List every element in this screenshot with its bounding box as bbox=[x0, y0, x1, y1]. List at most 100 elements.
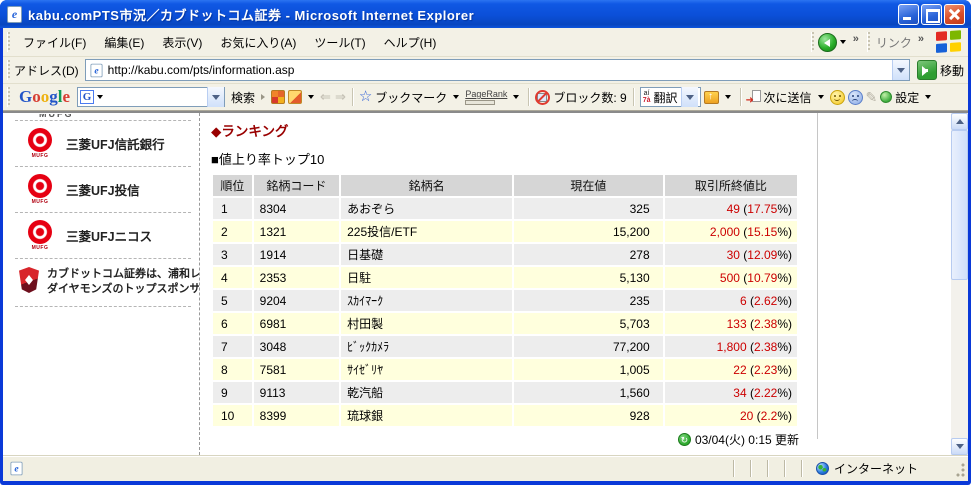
sidebar-item[interactable]: MUFG 三菱UFJニコス bbox=[3, 213, 199, 258]
settings-button[interactable]: 設定 bbox=[895, 89, 919, 106]
prev-result-icon[interactable]: ⇐ bbox=[320, 89, 331, 105]
chevron-down-icon[interactable] bbox=[97, 95, 103, 102]
go-button[interactable] bbox=[917, 60, 937, 80]
table-row: 42353日駐5,130500 (10.79%) bbox=[213, 267, 797, 288]
scrollbar-down-button[interactable] bbox=[951, 438, 968, 455]
top10-subsection-title: ■値上り率トップ10 bbox=[211, 149, 951, 168]
go-label[interactable]: 移動 bbox=[940, 62, 964, 79]
change-cell: 49 (17.75%) bbox=[665, 198, 797, 219]
vote-down-frown-icon[interactable] bbox=[848, 90, 863, 105]
translate-label[interactable]: 翻訳 bbox=[653, 89, 677, 106]
column-header: 銘柄コード bbox=[254, 175, 339, 196]
vertical-scrollbar[interactable] bbox=[951, 113, 968, 455]
menu-item[interactable]: 表示(V) bbox=[153, 30, 211, 55]
highlight-icon[interactable] bbox=[288, 90, 302, 104]
bookmark-star-icon[interactable] bbox=[359, 90, 372, 104]
divider bbox=[528, 88, 529, 106]
change-cell: 30 (12.09%) bbox=[665, 244, 797, 265]
toolbar-overflow-chevron[interactable]: » bbox=[853, 31, 859, 47]
updated-line: 03/04(火) 0:15 更新 bbox=[211, 431, 799, 448]
zone-label: インターネット bbox=[834, 460, 918, 477]
google-toolbar: Google G 検索 ⇐⇒ ブックマーク PageRank bbox=[3, 84, 968, 111]
pagerank-label[interactable]: PageRank bbox=[465, 90, 507, 99]
autofill-icon[interactable] bbox=[704, 91, 719, 104]
chevron-down-icon[interactable] bbox=[725, 95, 731, 102]
toolbar-grip bbox=[7, 87, 10, 107]
toolbar-grip bbox=[7, 60, 10, 80]
translate-dropdown[interactable] bbox=[681, 87, 698, 107]
menu-item[interactable]: お気に入り(A) bbox=[211, 30, 305, 55]
bookmarks-button[interactable]: ブックマーク bbox=[375, 89, 447, 106]
change-cell: 133 (2.38%) bbox=[665, 313, 797, 334]
window-title: kabu.comPTS市況／カブドットコム証券 - Microsoft Inte… bbox=[28, 5, 898, 24]
scrollbar-track[interactable] bbox=[951, 130, 968, 438]
translate-button[interactable]: aí7à 翻訳 bbox=[640, 87, 701, 107]
send-to-button[interactable]: 次に送信 bbox=[764, 89, 812, 106]
scrollbar-up-button[interactable] bbox=[951, 113, 968, 130]
address-label: アドレス(D) bbox=[14, 62, 79, 79]
menu-item[interactable]: 編集(E) bbox=[95, 30, 153, 55]
change-cell: 2,000 (15.15%) bbox=[665, 221, 797, 242]
change-cell: 500 (10.79%) bbox=[665, 267, 797, 288]
table-row: 21321225投信/ETF15,2002,000 (15.15%) bbox=[213, 221, 797, 242]
back-button[interactable] bbox=[818, 33, 837, 52]
search-history-dropdown[interactable] bbox=[207, 87, 224, 107]
sponsor-line: ダイヤモンズのトップスポンサーです。 bbox=[47, 283, 199, 295]
sponsor-line: カブドットコム証券は、浦和レッド bbox=[47, 268, 199, 280]
links-overflow-chevron[interactable]: » bbox=[918, 31, 924, 47]
menu-item[interactable]: ヘルプ(H) bbox=[375, 30, 446, 55]
address-dropdown-button[interactable] bbox=[892, 60, 909, 80]
sponsor-note[interactable]: カブドットコム証券は、浦和レッドダイヤモンズのトップスポンサーです。 bbox=[3, 259, 199, 306]
chevron-down-icon[interactable] bbox=[513, 95, 519, 102]
sidebar-item[interactable]: MUFG三菱UFJ信託銀行 bbox=[3, 121, 199, 166]
back-dropdown-icon[interactable] bbox=[840, 40, 846, 47]
ranking-section-title: ◆ランキング bbox=[211, 120, 951, 140]
status-dot-icon bbox=[880, 91, 892, 103]
chevron-down-icon[interactable] bbox=[453, 95, 459, 102]
address-input[interactable]: http://kabu.com/pts/information.asp bbox=[85, 59, 910, 81]
google-search-button[interactable]: 検索 bbox=[228, 87, 258, 108]
sidebar-item[interactable]: MUFG三菱UFJ投信 bbox=[3, 167, 199, 212]
browser-window: kabu.comPTS市況／カブドットコム証券 - Microsoft Inte… bbox=[0, 0, 971, 485]
chevron-down-icon[interactable] bbox=[818, 95, 824, 102]
vote-up-smiley-icon[interactable] bbox=[830, 90, 845, 105]
sidebar-item-label: 三菱UFJニコス bbox=[66, 226, 152, 245]
close-button[interactable] bbox=[944, 4, 965, 25]
change-cell: 20 (2.2%) bbox=[665, 405, 797, 426]
mufg-logo-icon: MUFG bbox=[25, 174, 55, 205]
document-icon bbox=[11, 462, 23, 476]
table-row: 66981村田製5,703133 (2.38%) bbox=[213, 313, 797, 334]
google-search-input[interactable]: G bbox=[77, 87, 225, 107]
chevron-down-icon[interactable] bbox=[925, 95, 931, 102]
refresh-icon[interactable] bbox=[678, 433, 691, 446]
menu-item[interactable]: ツール(T) bbox=[305, 30, 374, 55]
change-cell: 22 (2.23%) bbox=[665, 359, 797, 380]
search-split-icon[interactable] bbox=[261, 94, 268, 100]
scrollbar-thumb[interactable] bbox=[951, 130, 968, 280]
sidebar-item-label: 三菱UFJ信託銀行 bbox=[66, 134, 165, 153]
address-bar: アドレス(D) http://kabu.com/pts/information.… bbox=[3, 57, 968, 84]
chevron-down-icon[interactable] bbox=[308, 95, 314, 102]
menu-items: ファイル(F)編集(E)表示(V)お気に入り(A)ツール(T)ヘルプ(H) bbox=[14, 30, 445, 55]
pagerank-meter[interactable]: PageRank bbox=[465, 90, 507, 105]
divider bbox=[352, 88, 353, 106]
title-bar: kabu.comPTS市況／カブドットコム証券 - Microsoft Inte… bbox=[0, 0, 971, 28]
google-g-icon[interactable]: G bbox=[80, 90, 94, 104]
maximize-button[interactable] bbox=[921, 4, 942, 25]
popup-blocker-icon[interactable] bbox=[535, 90, 550, 105]
security-zone: インターネット bbox=[810, 460, 952, 477]
next-result-icon[interactable]: ⇒ bbox=[335, 89, 346, 105]
pencil-icon[interactable] bbox=[866, 89, 878, 106]
popup-block-count[interactable]: ブロック数: 9 bbox=[553, 89, 626, 106]
status-divider bbox=[801, 460, 802, 477]
news-icon[interactable] bbox=[271, 90, 285, 104]
send-to-icon[interactable] bbox=[747, 90, 761, 104]
links-toolbar-label[interactable]: リンク bbox=[876, 34, 912, 51]
minimize-button[interactable] bbox=[898, 4, 919, 25]
address-url[interactable]: http://kabu.com/pts/information.asp bbox=[108, 63, 892, 77]
window-frame: ファイル(F)編集(E)表示(V)お気に入り(A)ツール(T)ヘルプ(H) » … bbox=[3, 28, 968, 481]
status-divider bbox=[767, 460, 768, 477]
resize-grip[interactable] bbox=[952, 463, 966, 479]
menu-item[interactable]: ファイル(F) bbox=[14, 30, 95, 55]
mufg-logo-icon: MUFG bbox=[25, 220, 55, 251]
